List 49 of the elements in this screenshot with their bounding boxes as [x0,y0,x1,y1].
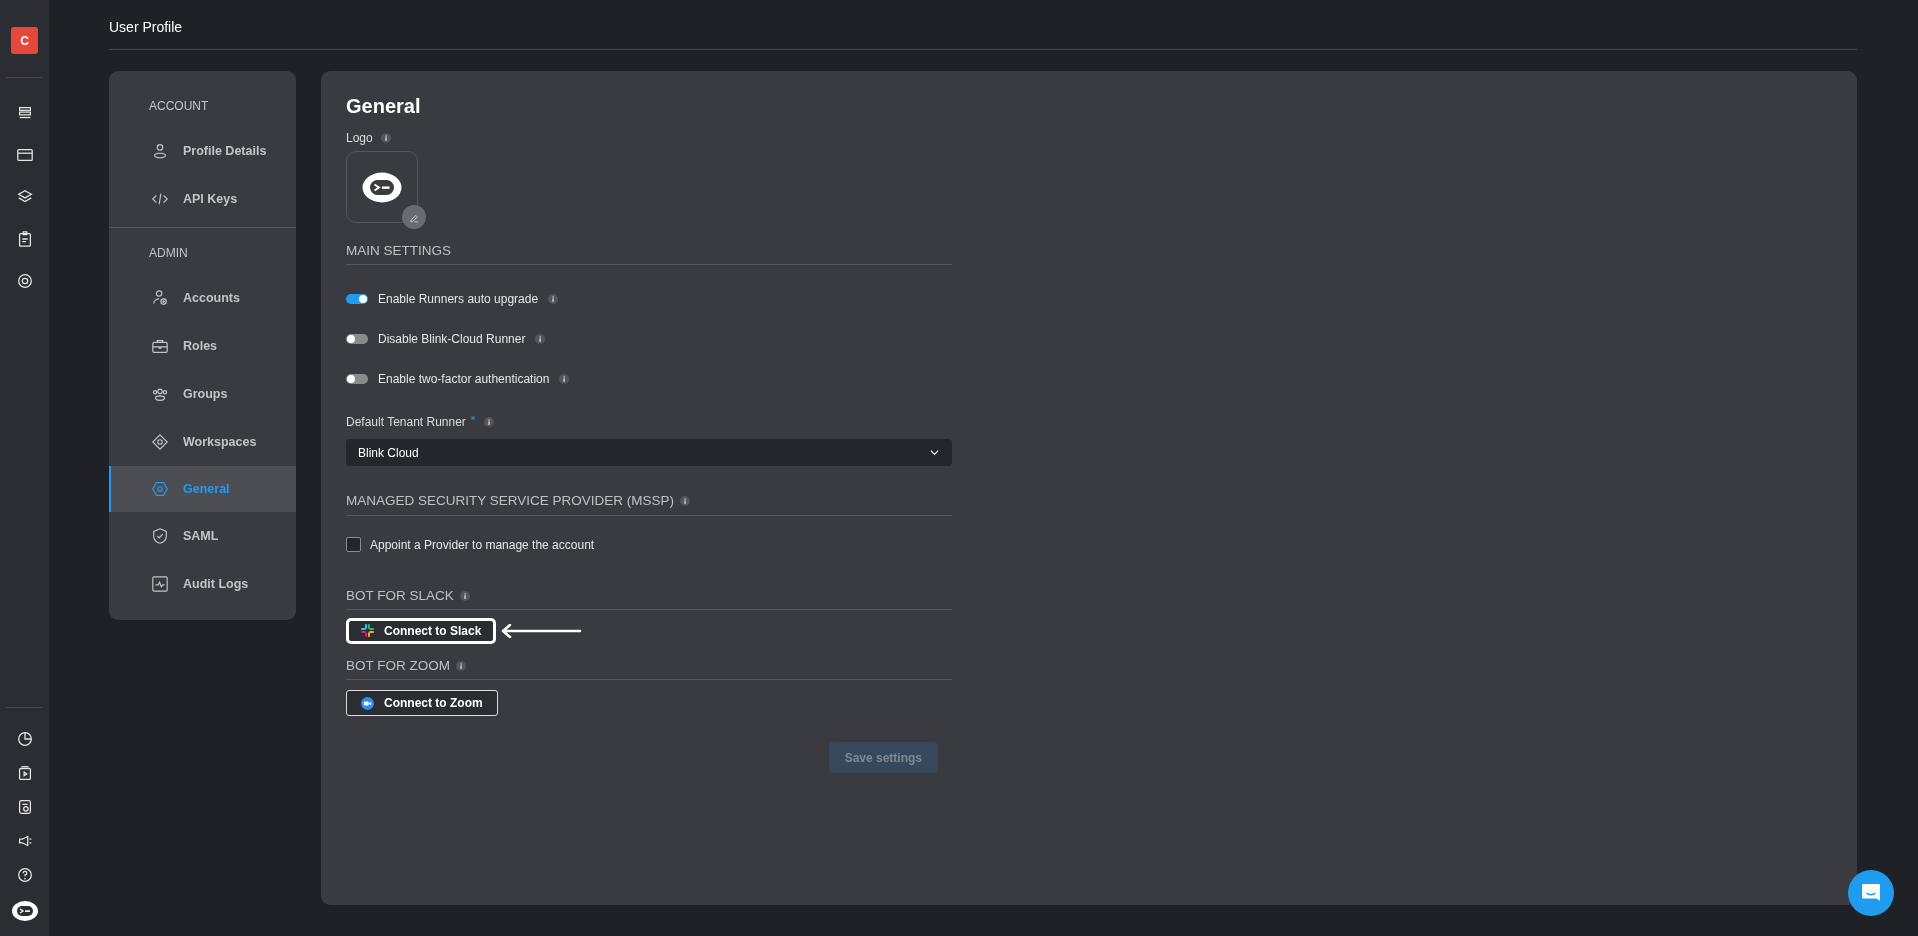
toggle-switch[interactable] [346,334,368,345]
help-icon[interactable] [15,866,34,884]
sidebar-item[interactable]: SAML [109,512,296,560]
people-icon [151,385,169,403]
section-heading: BOT FOR ZOOM [346,656,450,675]
toggle-switch[interactable] [346,374,368,385]
settings-icon[interactable] [15,272,34,290]
diamond-icon [151,433,169,451]
sidebar-item[interactable]: Audit Logs [109,560,296,608]
hash-grid-icon [361,624,374,638]
section-heading: ACCOUNT [148,98,210,115]
slack-connect-button[interactable]: Connect to Slack [346,617,497,644]
settings-icon [151,480,169,498]
bot-logo-icon [361,170,403,204]
shield-check-icon [151,527,169,545]
checkbox-label: Appoint a Provider to manage the account [370,536,595,554]
sidebar-item[interactable]: Groups [109,370,296,418]
page-title: User Profile [109,0,1857,50]
toggle-label: Disable Blink-Cloud Runner [378,331,526,349]
panel-title: General [346,94,422,119]
logo-label: Logo [346,130,373,147]
toggle-switch[interactable] [346,294,368,305]
section-heading: BOT FOR SLACK [346,586,454,605]
section-heading: ADMIN [148,245,189,262]
field-label: Default Tenant Runner [346,414,466,432]
checkbox[interactable] [346,537,361,552]
activity-icon [151,575,169,593]
person-icon [151,142,169,160]
bot-logo-icon[interactable] [10,900,39,922]
pie-chart-icon[interactable] [15,730,34,748]
sidebar-item[interactable]: Workspaces [109,418,296,466]
toggle-label: Enable Runners auto upgrade [378,291,539,309]
section-heading: MAIN SETTINGS [346,242,451,260]
section-heading: MANAGED SECURITY SERVICE PROVIDER (MSSP) [346,492,675,511]
browser-window-icon[interactable] [15,146,34,164]
edit-button[interactable] [402,205,426,229]
chat-bubble-icon [1861,883,1881,903]
toggle-label: Enable two-factor authentication [378,371,550,389]
chat-button[interactable] [1848,870,1894,916]
video-camera-icon [361,696,374,710]
sidebar-item[interactable]: API Keys [109,175,296,223]
sidebar-item[interactable]: Accounts [109,274,296,322]
person-gear-icon [151,289,169,307]
runner-select[interactable]: Blink Cloud [346,439,952,467]
sidebar-item[interactable]: Roles [109,322,296,370]
zoom-connect-button[interactable]: Connect to Zoom [346,690,498,716]
briefcase-icon [151,337,169,355]
account-avatar[interactable]: C [11,27,38,54]
sidebar-item[interactable]: Profile Details [109,127,296,175]
